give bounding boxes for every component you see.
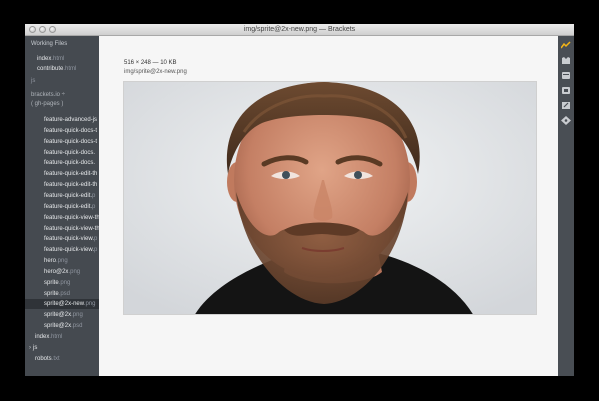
tree-file[interactable]: feature-quick-view-th [25,224,99,234]
working-file-item[interactable]: contribute.html [37,66,76,72]
title-bar: img/sprite@2x-new.png — Brackets [25,24,574,36]
inspector-icon[interactable] [561,71,571,80]
working-file-item[interactable]: index.html [37,56,64,62]
resize-icon[interactable] [561,101,571,110]
tree-file[interactable]: hero.png [25,256,99,266]
tree-file[interactable]: feature-quick-edit.p [25,191,99,201]
tree-file[interactable]: feature-quick-view.p [25,245,99,255]
tree-file[interactable]: feature-quick-edit-th [25,180,99,190]
right-toolbar [558,36,574,376]
image-path: img/sprite@2x-new.png [124,69,187,75]
live-preview-icon[interactable] [561,41,571,50]
tree-file[interactable]: sprite@2x.png [25,310,99,320]
settings-icon[interactable] [561,86,571,95]
tree-file[interactable]: feature-quick-view.p [25,234,99,244]
tree-folder[interactable]: › js [25,343,99,353]
tree-file[interactable]: feature-quick-docs. [25,158,99,168]
working-files-js-label: js [31,78,36,84]
portrait-photo [124,82,536,314]
tree-file[interactable]: index.html [25,332,99,342]
tree-file[interactable]: feature-quick-edit-th [25,169,99,179]
tree-file[interactable]: feature-quick-docs. [25,148,99,158]
extension-manager-icon[interactable] [561,56,571,65]
tree-file[interactable]: feature-quick-edit.p [25,202,99,212]
image-preview [123,81,537,315]
tree-file[interactable]: hero@2x.png [25,267,99,277]
project-branch[interactable]: ( gh-pages ) [31,101,63,107]
tree-file[interactable]: feature-quick-docs-t [25,126,99,136]
sidebar: Working Files index.html contribute.html… [25,36,99,376]
tree-file[interactable]: sprite@2x-new.png [25,299,99,310]
tree-file[interactable]: sprite.psd [25,289,99,299]
image-viewer: 516 × 248 — 10 KB img/sprite@2x-new.png [99,36,558,376]
tree-file[interactable]: feature-quick-docs-t [25,137,99,147]
window-title: img/sprite@2x-new.png — Brackets [243,26,356,33]
folder-collapsed-icon[interactable]: › [29,343,31,353]
image-dimensions: 516 × 248 — 10 KB [124,60,177,66]
tree-file[interactable]: sprite@2x.psd [25,321,99,331]
tree-file[interactable]: feature-advanced-js [25,115,99,125]
working-files-heading: Working Files [31,41,68,47]
brackets-window: img/sprite@2x-new.png — Brackets Working… [25,24,574,376]
git-icon[interactable] [561,116,571,125]
tree-file[interactable]: feature-quick-view-th [25,213,99,223]
tree-file[interactable]: sprite.png [25,278,99,288]
tree-file[interactable]: robots.txt [25,354,99,364]
project-name[interactable]: brackets.io ÷ [31,92,65,98]
